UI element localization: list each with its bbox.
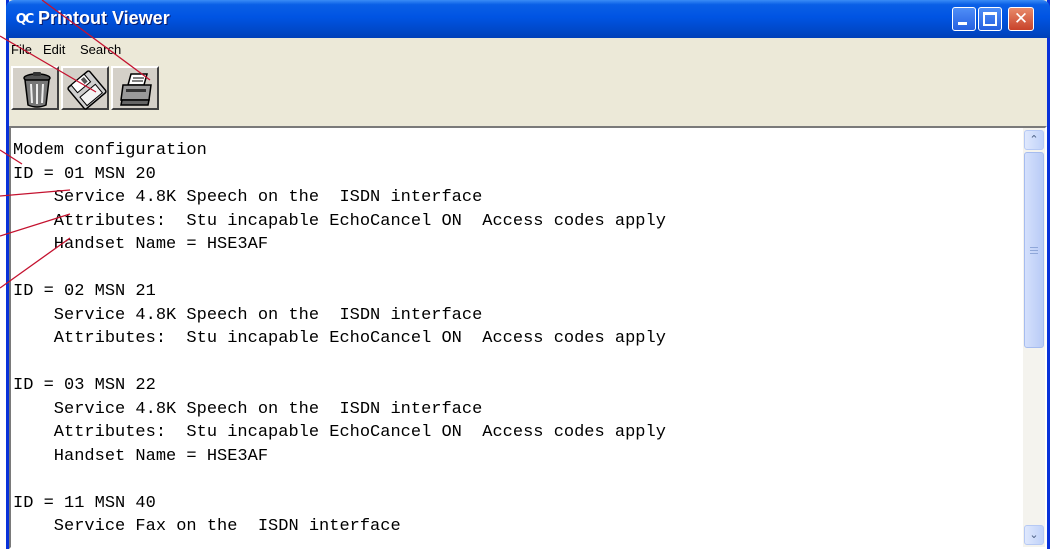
save-button[interactable]: [61, 66, 109, 110]
close-icon: ✕: [1013, 9, 1029, 29]
document-line: Attributes: Stu incapable EchoCancel ON …: [13, 423, 666, 442]
document-line: Service 4.8K Speech on the ISDN interfac…: [13, 399, 483, 419]
printout-viewer-window: QC Printout Viewer ✕ File Edit Search Mo…: [6, 0, 1050, 549]
printer-icon: [120, 73, 152, 106]
grip-line: [1030, 247, 1038, 248]
menu-file[interactable]: File: [11, 42, 32, 57]
printout-text-area[interactable]: Modem configuration ID = 01 MSN 20 Servic…: [9, 126, 1047, 549]
document-line: Service 4.8K Speech on the ISDN interfac…: [13, 188, 483, 207]
chevron-down-icon: ⌄: [1029, 529, 1039, 541]
document-line: Attributes: Stu incapable EchoCancel ON …: [13, 329, 666, 348]
document-line: ID = 11 MSN 40: [13, 493, 156, 513]
menu-search[interactable]: Search: [80, 42, 121, 57]
grip-line: [1030, 250, 1038, 251]
document-line: Attributes: Stu incapable EchoCancel ON …: [13, 211, 666, 231]
title-bar[interactable]: QC Printout Viewer ✕: [6, 0, 1050, 38]
document-line: Handset Name = HSE3AF: [13, 235, 269, 254]
scroll-up-button[interactable]: ⌃: [1024, 130, 1044, 150]
delete-button[interactable]: [11, 66, 59, 110]
document-line: Service Fax on the ISDN interface: [13, 517, 401, 536]
maximize-icon: [983, 12, 997, 26]
vertical-scrollbar[interactable]: ⌃ ⌄: [1023, 128, 1045, 547]
printout-text: Modem configuration ID = 01 MSN 20 Servic…: [13, 139, 666, 539]
floppy-disk-icon: [67, 70, 107, 110]
document-line: ID = 03 MSN 22: [13, 376, 156, 395]
document-line: ID = 01 MSN 20: [13, 164, 156, 184]
minimize-button[interactable]: [952, 7, 976, 31]
menu-edit[interactable]: Edit: [43, 42, 65, 57]
document-line: Service 4.8K Speech on the ISDN interfac…: [13, 305, 483, 325]
toolbar: [9, 64, 1047, 122]
maximize-button[interactable]: [978, 7, 1002, 31]
grip-line: [1030, 253, 1038, 254]
document-line: Handset Name = HSE3AF: [13, 446, 269, 466]
document-line: [13, 257, 666, 281]
app-icon[interactable]: QC: [14, 9, 35, 29]
window-title: Printout Viewer: [38, 8, 170, 28]
close-button[interactable]: ✕: [1008, 7, 1034, 31]
minimize-icon: [958, 22, 967, 25]
document-line: Modem configuration: [13, 141, 207, 160]
print-button[interactable]: [111, 66, 159, 110]
document-line: ID = 02 MSN 21: [13, 282, 156, 301]
document-line: [13, 468, 666, 492]
scroll-down-button[interactable]: ⌄: [1024, 525, 1044, 545]
document-line: [13, 351, 666, 375]
chevron-up-icon: ⌃: [1029, 134, 1039, 146]
trash-can-icon: [23, 72, 51, 108]
scroll-thumb[interactable]: [1024, 152, 1044, 348]
menu-bar: File Edit Search: [9, 38, 1047, 60]
